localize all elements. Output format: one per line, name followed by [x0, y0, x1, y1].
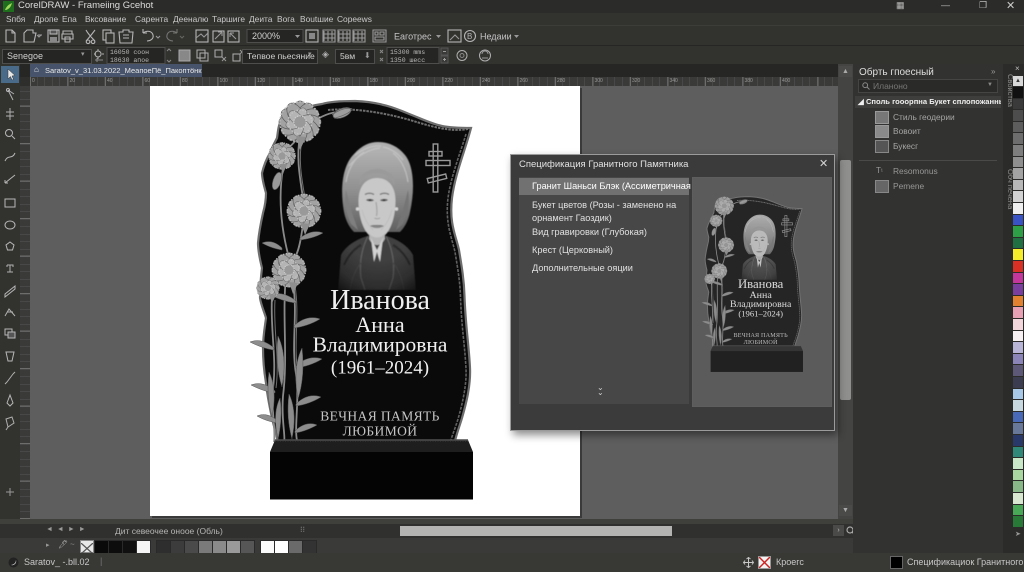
svg-text:1350 шесс: 1350 шесс — [390, 57, 425, 64]
svg-text:B: B — [467, 32, 472, 41]
svg-text:Недаии: Недаии — [480, 32, 512, 42]
svg-text:2000%: 2000% — [252, 31, 280, 41]
svg-text:18630 апое: 18630 апое — [110, 57, 149, 64]
svg-text:16050 соон: 16050 соон — [110, 49, 149, 56]
svg-text:15300 mms: 15300 mms — [390, 49, 425, 56]
svg-text:Еаготрес: Еаготрес — [394, 32, 432, 42]
